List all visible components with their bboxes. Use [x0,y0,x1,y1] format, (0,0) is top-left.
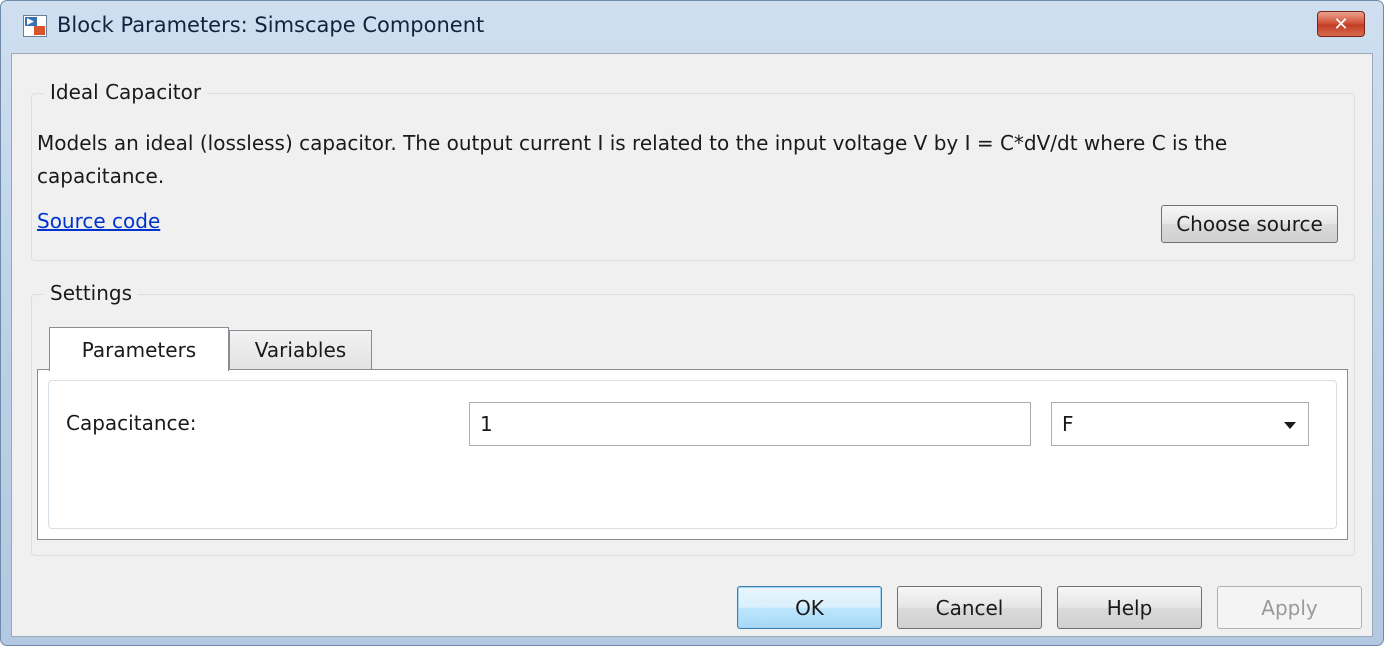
ok-button[interactable]: OK [737,586,882,629]
group-title: Settings [44,281,139,305]
capacitance-unit-select[interactable]: F [1051,402,1309,446]
block-parameters-dialog: Block Parameters: Simscape Component ✕ I… [0,0,1384,646]
apply-button[interactable]: Apply [1217,586,1362,629]
chevron-down-icon [1284,422,1296,429]
block-description: Models an ideal (lossless) capacitor. Th… [37,131,1228,188]
choose-source-button[interactable]: Choose source [1161,205,1338,243]
simulink-block-icon [23,15,47,37]
tab-variables[interactable]: Variables [229,330,372,370]
close-button[interactable]: ✕ [1317,11,1365,37]
cancel-button[interactable]: Cancel [897,586,1042,629]
capacitance-label: Capacitance: [66,411,197,435]
capacitance-input[interactable]: 1 [469,402,1031,446]
close-icon: ✕ [1333,13,1349,35]
parameters-panel [37,369,1348,540]
source-code-link[interactable]: Source code [37,209,160,233]
tab-parameters[interactable]: Parameters [49,327,229,371]
selected-unit: F [1062,412,1074,436]
window-title: Block Parameters: Simscape Component [57,13,485,37]
title-bar[interactable]: Block Parameters: Simscape Component ✕ [1,1,1383,53]
group-title: Ideal Capacitor [44,80,208,104]
help-button[interactable]: Help [1057,586,1202,629]
